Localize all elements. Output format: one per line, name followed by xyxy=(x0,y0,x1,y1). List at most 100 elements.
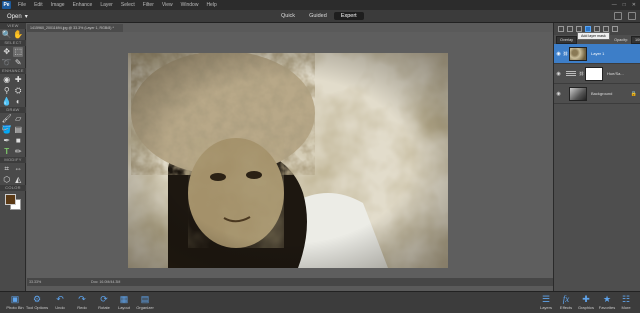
shape-tool-icon[interactable]: ■ xyxy=(13,136,23,146)
canvas-area[interactable] xyxy=(27,32,553,278)
clone-stamp-icon[interactable]: ⛭ xyxy=(13,86,23,96)
quick-selection-tool-icon[interactable]: ✎ xyxy=(13,58,23,68)
mode-bar-icons xyxy=(614,12,636,20)
sponge-tool-icon[interactable]: ◐ xyxy=(13,97,23,107)
type-tool-icon[interactable]: T xyxy=(2,147,12,157)
lock-icon: 🔒 xyxy=(630,90,637,97)
redo-label: Redo xyxy=(77,305,87,310)
redo-icon: ↷ xyxy=(78,293,86,304)
crop-tool-icon[interactable]: ⌗ xyxy=(2,164,12,174)
lasso-tool-icon[interactable]: ➰ xyxy=(2,58,12,68)
blend-mode-select[interactable]: Overlay xyxy=(556,35,578,44)
brush-tool-icon[interactable]: 🖌 xyxy=(2,114,12,124)
blur-tool-icon[interactable]: 💧 xyxy=(2,97,12,107)
more-icon: ☷ xyxy=(621,293,631,304)
bottom-bar: ▣ Photo Bin ⚙ Tool Options ↶ Undo ↷ Redo… xyxy=(0,291,640,313)
menu-bar: Pe File Edit Image Enhance Layer Select … xyxy=(0,0,640,10)
organizer-icon: ▤ xyxy=(140,293,150,304)
photo-image xyxy=(128,53,448,268)
straighten-tool-icon[interactable]: ◭ xyxy=(13,175,23,185)
mode-expert[interactable]: Expert xyxy=(333,12,364,20)
menu-view[interactable]: View xyxy=(158,2,177,8)
layer-thumbnail xyxy=(569,86,587,101)
toolbox: VIEW 🔍 ✋ SELECT ✥ ⬚ ➰ ✎ ENHANCE ◉ ✚ ⚲ ⛭ … xyxy=(0,23,26,291)
eye-tool-icon[interactable]: ◉ xyxy=(2,75,12,85)
layer-name: Layer 1 xyxy=(591,51,605,56)
document-tab[interactable]: 1415960_20011694.jpg @ 33.3% (Layer 1, R… xyxy=(27,24,123,32)
mode-switcher: Quick Guided Expert xyxy=(274,12,364,20)
doc-info: Doc: 16.0M/44.3M xyxy=(91,280,121,284)
mode-quick[interactable]: Quick xyxy=(274,12,302,20)
layout-label: Layout xyxy=(117,305,130,310)
mode-guided[interactable]: Guided xyxy=(302,12,334,20)
photo-bin-icon: ▣ xyxy=(10,293,20,304)
menu-layer[interactable]: Layer xyxy=(96,2,117,8)
layer-name: Hue/Sa... xyxy=(607,71,624,76)
spot-healing-icon[interactable]: ✚ xyxy=(13,75,23,85)
opacity-label: Opacity: xyxy=(614,37,629,42)
new-group-icon[interactable] xyxy=(567,26,573,32)
eraser-tool-icon[interactable]: ▱ xyxy=(13,114,23,124)
share-icon[interactable] xyxy=(628,12,636,20)
photo-canvas[interactable] xyxy=(128,53,448,268)
eye-icon[interactable]: ◉ xyxy=(554,71,563,77)
move-tool-icon[interactable]: ✥ xyxy=(2,47,12,57)
layer-mask-thumbnail xyxy=(585,66,603,81)
create-icon[interactable] xyxy=(614,12,622,20)
undo-label: Undo xyxy=(55,305,65,310)
recompose-tool-icon[interactable]: ⇔ xyxy=(13,164,23,174)
paint-bucket-icon[interactable]: 🪣 xyxy=(2,125,12,135)
menu-filter[interactable]: Filter xyxy=(139,2,158,8)
minimize-button[interactable]: — xyxy=(612,2,617,8)
layout-icon: ▦ xyxy=(119,293,129,304)
more-label: More xyxy=(621,305,631,310)
menu-help[interactable]: Help xyxy=(202,2,220,8)
layer-row[interactable]: ◉ ⛓ Hue/Sa... xyxy=(554,64,640,84)
adjustment-icon xyxy=(563,71,579,76)
more-button[interactable]: ☷ More xyxy=(611,294,640,310)
hand-tool-icon[interactable]: ✋ xyxy=(13,30,23,40)
document-title: 1415960_20011694.jpg @ 33.3% (Layer 1, R… xyxy=(30,26,114,30)
zoom-level[interactable]: 33.33% xyxy=(27,280,51,284)
close-button[interactable]: ✕ xyxy=(632,2,636,8)
eye-icon[interactable]: ◉ xyxy=(554,51,563,57)
eye-icon[interactable]: ◉ xyxy=(554,91,563,97)
effects-icon: fx xyxy=(562,293,570,304)
layer-row[interactable]: ◉ ⛓ Layer 1 xyxy=(554,44,640,64)
editor-window: Pe File Edit Image Enhance Layer Select … xyxy=(0,0,640,313)
menu-edit[interactable]: Edit xyxy=(30,2,47,8)
menu-image[interactable]: Image xyxy=(47,2,69,8)
eyedropper-icon[interactable]: ✒ xyxy=(2,136,12,146)
pencil-tool-icon[interactable]: ✏ xyxy=(13,147,23,157)
menu-window[interactable]: Window xyxy=(177,2,203,8)
app-logo: Pe xyxy=(2,1,11,9)
organizer-label: Organizer xyxy=(136,305,154,310)
layer-thumbnail xyxy=(569,46,587,61)
marquee-tool-icon[interactable]: ⬚ xyxy=(13,46,24,57)
menu-enhance[interactable]: Enhance xyxy=(69,2,97,8)
open-button[interactable]: Open ▾ xyxy=(3,12,32,21)
graphics-icon: ✚ xyxy=(582,293,590,304)
tool-section-enhance: ENHANCE xyxy=(0,68,26,74)
content-aware-move-icon[interactable]: ⬡ xyxy=(2,175,12,185)
delete-layer-icon[interactable] xyxy=(612,26,618,32)
smart-brush-icon[interactable]: ⚲ xyxy=(2,86,12,96)
undo-icon: ↶ xyxy=(56,293,64,304)
color-swatches xyxy=(0,191,25,213)
rotate-icon: ⟳ xyxy=(100,293,108,304)
foreground-color-swatch[interactable] xyxy=(5,194,16,205)
menu-file[interactable]: File xyxy=(14,2,30,8)
organizer-button[interactable]: ▤ Organizer xyxy=(130,294,160,310)
mode-bar: Open ▾ Quick Guided Expert xyxy=(0,10,640,23)
window-controls: — □ ✕ xyxy=(612,2,640,8)
new-layer-icon[interactable] xyxy=(558,26,564,32)
tooltip: Add layer mask xyxy=(577,32,610,40)
layer-row[interactable]: ◉ Background 🔒 xyxy=(554,84,640,104)
tool-options-icon: ⚙ xyxy=(32,293,42,304)
maximize-button[interactable]: □ xyxy=(623,2,626,8)
menu-select[interactable]: Select xyxy=(117,2,139,8)
gradient-tool-icon[interactable]: ▤ xyxy=(13,125,23,135)
opacity-input[interactable]: 100% xyxy=(631,35,640,44)
layer-name: Background xyxy=(591,91,613,96)
zoom-tool-icon[interactable]: 🔍 xyxy=(2,30,12,40)
